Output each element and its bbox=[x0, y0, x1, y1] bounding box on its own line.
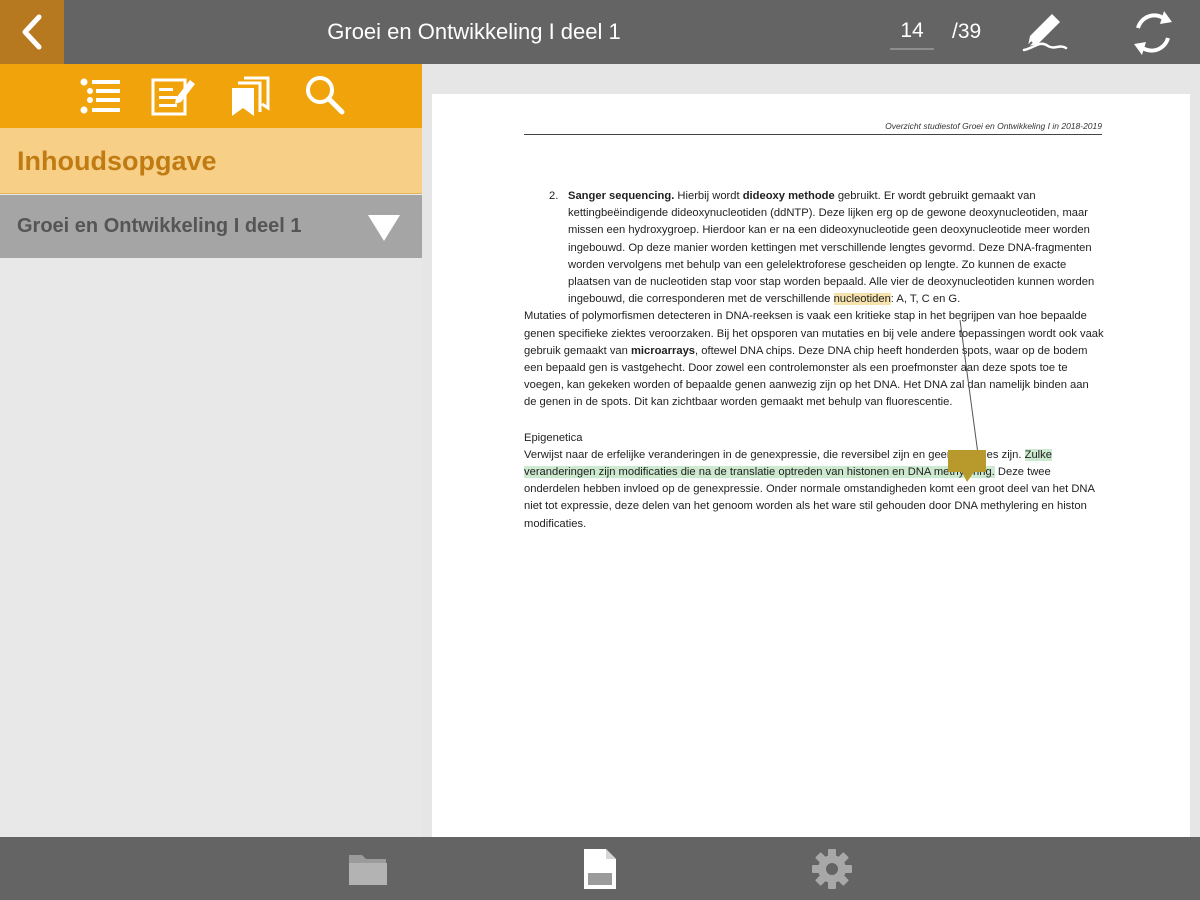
back-button[interactable] bbox=[0, 0, 64, 64]
page-running-header: Overzicht studiestof Groei en Ontwikkeli… bbox=[524, 121, 1102, 135]
highlight-nucleotiden[interactable]: nucleotiden bbox=[833, 293, 891, 306]
page-body: 2. Sanger sequencing. Hierbij wordt dide… bbox=[524, 188, 1104, 533]
library-button[interactable] bbox=[346, 847, 390, 891]
document-icon bbox=[584, 849, 616, 889]
sidebar: Inhoudsopgave Groei en Ontwikkeling I de… bbox=[0, 64, 422, 837]
search-button[interactable] bbox=[302, 74, 348, 118]
paragraph-mutaties: Mutaties of polymorfismen detecteren in … bbox=[524, 308, 1104, 411]
toc-header: Inhoudsopgave bbox=[0, 128, 422, 194]
chevron-left-icon bbox=[22, 14, 42, 50]
sync-button[interactable] bbox=[1128, 8, 1178, 58]
document-title: Groei en Ontwikkeling I deel 1 bbox=[327, 19, 621, 44]
notes-button[interactable] bbox=[150, 74, 196, 118]
term-sanger: Sanger sequencing. bbox=[568, 190, 675, 202]
section-title-epigenetica: Epigenetica bbox=[524, 431, 583, 444]
pen-icon bbox=[1022, 14, 1068, 52]
term-microarrays: microarrays bbox=[630, 344, 696, 357]
document-viewer[interactable]: Overzicht studiestof Groei en Ontwikkeli… bbox=[422, 64, 1200, 837]
paragraph-epigenetica: Verwijst naar de erfelijke veranderingen… bbox=[524, 447, 1104, 533]
annotate-button[interactable] bbox=[1020, 10, 1070, 54]
top-bar: Groei en Ontwikkeling I deel 1 /39 bbox=[0, 0, 1200, 64]
sidebar-toolbar bbox=[0, 64, 422, 128]
bottom-bar bbox=[0, 837, 1200, 900]
text-segment: gebruikt. Er wordt gebruikt gemaakt van … bbox=[568, 190, 1095, 306]
triangle-down-icon[interactable] bbox=[366, 211, 402, 243]
document-page[interactable]: Overzicht studiestof Groei en Ontwikkeli… bbox=[432, 94, 1190, 837]
comment-bubble-icon[interactable] bbox=[948, 450, 986, 484]
term-dideoxy: dideoxy methode bbox=[742, 190, 835, 202]
toc-title: Inhoudsopgave bbox=[17, 146, 217, 176]
search-icon bbox=[306, 76, 345, 115]
toc-list-icon bbox=[80, 78, 120, 114]
page-total: /39 bbox=[952, 20, 982, 43]
text-segment: Hierbij wordt bbox=[674, 190, 743, 202]
settings-button[interactable] bbox=[810, 847, 854, 891]
bookmarks-button[interactable] bbox=[226, 74, 272, 118]
toc-item-chapter[interactable]: Groei en Ontwikkeling I deel 1 bbox=[0, 195, 422, 258]
settings-gear-icon bbox=[812, 849, 852, 889]
text-segment: : A, T, C en G. bbox=[890, 293, 961, 306]
folder-icon bbox=[349, 855, 387, 885]
notes-icon bbox=[151, 78, 195, 116]
list-number: 2. bbox=[549, 190, 559, 202]
sync-icon bbox=[1134, 11, 1172, 55]
document-button[interactable] bbox=[578, 847, 622, 891]
bookmarks-icon bbox=[232, 76, 270, 116]
page-number-input[interactable] bbox=[890, 14, 934, 50]
list-item-sanger: 2. Sanger sequencing. Hierbij wordt dide… bbox=[524, 188, 1104, 308]
toc-list-button[interactable] bbox=[76, 74, 122, 118]
toc-item-label: Groei en Ontwikkeling I deel 1 bbox=[17, 215, 302, 237]
